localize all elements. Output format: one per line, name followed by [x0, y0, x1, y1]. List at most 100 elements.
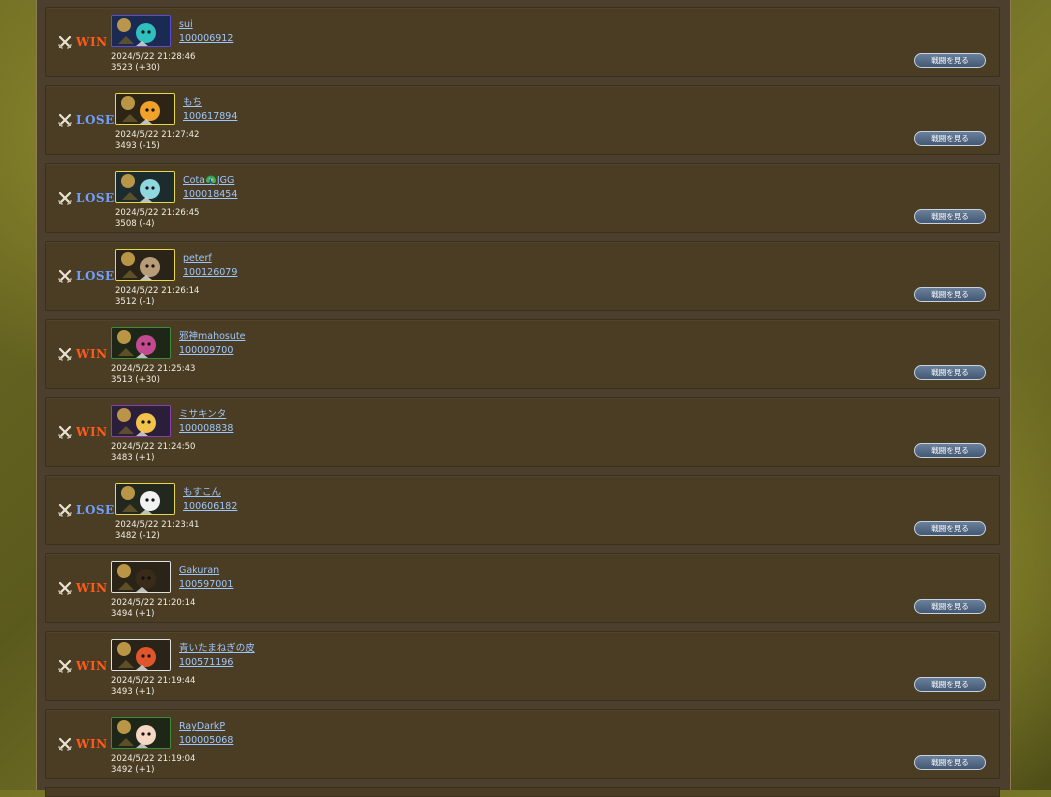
result-label: LOSE [76, 113, 115, 127]
result-label: WIN [76, 659, 108, 673]
opponent-name-link[interactable]: RayDarkP [179, 721, 225, 733]
crossed-swords-icon [58, 581, 72, 595]
crossed-swords-icon [58, 113, 72, 127]
opponent-avatar[interactable] [111, 561, 171, 593]
match-result: WIN [58, 659, 108, 673]
result-label: WIN [76, 347, 108, 361]
view-battle-button[interactable]: 戦闘を見る [914, 131, 986, 146]
crossed-swords-icon [58, 191, 72, 205]
match-timestamp: 2024/5/22 21:19:04 [111, 754, 196, 764]
opponent-name-link[interactable]: 邪神mahosute [179, 331, 245, 343]
crossed-swords-icon [58, 425, 72, 439]
view-battle-button[interactable]: 戦闘を見る [914, 443, 986, 458]
crossed-swords-icon [58, 503, 72, 517]
match-timestamp: 2024/5/22 21:27:42 [115, 130, 200, 140]
rating-change: 3492 (+1) [111, 765, 155, 775]
opponent-avatar[interactable] [111, 405, 171, 437]
result-label: WIN [76, 425, 108, 439]
match-timestamp: 2024/5/22 21:28:46 [111, 52, 196, 62]
opponent-id-link[interactable]: 100571196 [179, 657, 233, 669]
rating-change: 3483 (+1) [111, 453, 155, 463]
match-timestamp: 2024/5/22 21:24:50 [111, 442, 196, 452]
opponent-avatar[interactable] [115, 171, 175, 203]
match-timestamp: 2024/5/22 21:26:45 [115, 208, 200, 218]
result-label: LOSE [76, 503, 115, 517]
view-battle-button[interactable]: 戦闘を見る [914, 599, 986, 614]
opponent-name-link[interactable]: もすこん [183, 487, 221, 499]
opponent-name-link[interactable]: peterf [183, 253, 212, 265]
opponent-id-link[interactable]: 100597001 [179, 579, 233, 591]
opponent-avatar[interactable] [115, 483, 175, 515]
match-result: WIN [58, 737, 108, 751]
opponent-name-link[interactable]: もち [183, 97, 202, 109]
match-result: LOSE [58, 503, 115, 517]
rating-change: 3508 (-4) [115, 219, 155, 229]
rating-change: 3513 (+30) [111, 375, 160, 385]
rating-change: 3512 (-1) [115, 297, 155, 307]
match-result: WIN [58, 35, 108, 49]
match-result: WIN [58, 425, 108, 439]
match-row-partial [45, 787, 1000, 797]
opponent-name-link[interactable]: Gakuran [179, 565, 219, 577]
crossed-swords-icon [58, 269, 72, 283]
crossed-swords-icon [58, 347, 72, 361]
crossed-swords-icon [58, 659, 72, 673]
match-result: WIN [58, 581, 108, 595]
opponent-name-link[interactable]: 青いたまねぎの皮 [179, 643, 255, 655]
opponent-id-link[interactable]: 100018454 [183, 189, 237, 201]
view-battle-button[interactable]: 戦闘を見る [914, 209, 986, 224]
match-timestamp: 2024/5/22 21:25:43 [111, 364, 196, 374]
match-row: WIN 邪神mahosute 100009700 2024/5/22 21:25… [45, 319, 1000, 389]
match-history-list: WIN sui 100006912 2024/5/22 21:28:46 352… [45, 7, 1000, 787]
rating-change: 3493 (-15) [115, 141, 160, 151]
result-label: LOSE [76, 269, 115, 283]
view-battle-button[interactable]: 戦闘を見る [914, 287, 986, 302]
opponent-id-link[interactable]: 100005068 [179, 735, 233, 747]
match-row: LOSE peterf 100126079 2024/5/22 21:26:14… [45, 241, 1000, 311]
opponent-avatar[interactable] [111, 15, 171, 47]
opponent-avatar[interactable] [115, 93, 175, 125]
match-timestamp: 2024/5/22 21:20:14 [111, 598, 196, 608]
match-row: LOSE もすこん 100606182 2024/5/22 21:23:41 3… [45, 475, 1000, 545]
crossed-swords-icon [58, 35, 72, 49]
opponent-avatar[interactable] [115, 249, 175, 281]
rating-change: 3482 (-12) [115, 531, 160, 541]
match-row: WIN Gakuran 100597001 2024/5/22 21:20:14… [45, 553, 1000, 623]
result-label: WIN [76, 581, 108, 595]
match-row: WIN ミサキンタ 100008838 2024/5/22 21:24:50 3… [45, 397, 1000, 467]
view-battle-button[interactable]: 戦闘を見る [914, 521, 986, 536]
match-result: LOSE [58, 191, 115, 205]
opponent-id-link[interactable]: 100606182 [183, 501, 237, 513]
match-result: WIN [58, 347, 108, 361]
match-row: LOSE Cota🦚JGG 100018454 2024/5/22 21:26:… [45, 163, 1000, 233]
crossed-swords-icon [58, 737, 72, 751]
match-result: LOSE [58, 113, 115, 127]
opponent-name-link[interactable]: ミサキンタ [179, 409, 226, 421]
view-battle-button[interactable]: 戦闘を見る [914, 53, 986, 68]
match-timestamp: 2024/5/22 21:23:41 [115, 520, 200, 530]
match-row: WIN RayDarkP 100005068 2024/5/22 21:19:0… [45, 709, 1000, 779]
opponent-name-link[interactable]: sui [179, 19, 193, 31]
result-label: LOSE [76, 191, 115, 205]
rating-change: 3493 (+1) [111, 687, 155, 697]
opponent-id-link[interactable]: 100008838 [179, 423, 233, 435]
match-row: WIN 青いたまねぎの皮 100571196 2024/5/22 21:19:4… [45, 631, 1000, 701]
opponent-id-link[interactable]: 100126079 [183, 267, 237, 279]
match-result: LOSE [58, 269, 115, 283]
opponent-id-link[interactable]: 100009700 [179, 345, 233, 357]
match-row: WIN sui 100006912 2024/5/22 21:28:46 352… [45, 7, 1000, 77]
opponent-id-link[interactable]: 100617894 [183, 111, 237, 123]
opponent-avatar[interactable] [111, 327, 171, 359]
match-timestamp: 2024/5/22 21:26:14 [115, 286, 200, 296]
match-row: LOSE もち 100617894 2024/5/22 21:27:42 349… [45, 85, 1000, 155]
opponent-avatar[interactable] [111, 639, 171, 671]
result-label: WIN [76, 35, 108, 49]
view-battle-button[interactable]: 戦闘を見る [914, 677, 986, 692]
opponent-avatar[interactable] [111, 717, 171, 749]
opponent-name-link[interactable]: Cota🦚JGG [183, 175, 234, 187]
view-battle-button[interactable]: 戦闘を見る [914, 755, 986, 770]
view-battle-button[interactable]: 戦闘を見る [914, 365, 986, 380]
opponent-id-link[interactable]: 100006912 [179, 33, 233, 45]
rating-change: 3523 (+30) [111, 63, 160, 73]
result-label: WIN [76, 737, 108, 751]
